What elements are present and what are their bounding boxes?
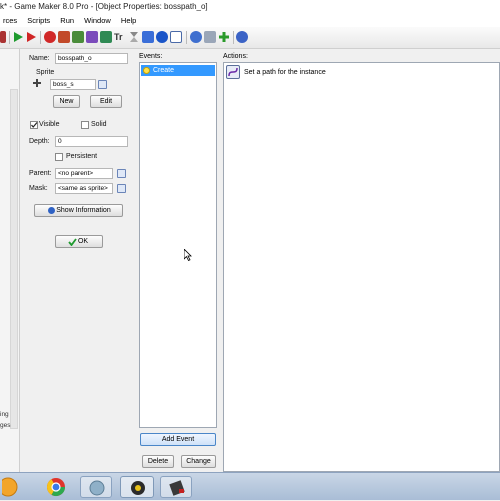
menu-item-resources[interactable]: rces [0,14,20,27]
resource-tree-scrollbar[interactable] [10,89,18,429]
solid-label: Solid [91,121,107,128]
set-path-icon [226,65,240,79]
info-icon [48,207,55,214]
sprite-select-icon[interactable] [98,80,107,89]
event-label: Create [153,67,175,74]
sprite-label: Sprite [36,69,55,76]
ok-button[interactable]: OK [55,235,103,248]
resource-tree-strip: ing ges [0,49,20,472]
add-icon[interactable] [218,31,230,43]
mouse-cursor-icon [183,248,192,263]
menu-item-window[interactable]: Window [81,14,114,27]
chrome-icon[interactable] [44,476,68,498]
toolbar-cut-icon[interactable] [0,31,6,43]
taskbar [0,472,500,500]
timeline-icon[interactable] [128,31,140,43]
visible-checkbox[interactable] [30,121,38,129]
window-title-bar: k* - Game Maker 8.0 Pro - [Object Proper… [0,0,500,14]
show-information-label: Show Information [56,207,111,214]
object-properties-panel: Name: bosspath_o Sprite boss_s New Edit … [24,49,134,472]
background-icon[interactable] [72,31,84,43]
window-title: k* - Game Maker 8.0 Pro - [Object Proper… [0,2,208,11]
mask-field[interactable]: <same as sprite> [55,183,113,194]
resource-tree-text: ges [0,422,11,429]
toolbar: Tr [0,27,500,49]
run-debug-icon[interactable] [25,31,37,43]
actions-list[interactable]: Set a path for the instance [223,62,500,472]
tool-icon[interactable] [160,476,192,498]
start-orb-icon[interactable] [0,476,22,498]
event-item-create[interactable]: Create [141,65,215,76]
events-label: Events: [139,53,163,60]
parent-label: Parent: [29,170,52,177]
script-icon[interactable] [100,31,112,43]
action-label: Set a path for the instance [244,69,326,76]
name-label: Name: [29,55,50,62]
help-icon[interactable] [236,31,248,43]
resource-tree-text: ing [0,411,9,418]
path-icon[interactable] [86,31,98,43]
solid-checkbox[interactable] [81,121,89,129]
sprite-icon[interactable] [44,31,56,43]
menu-item-run[interactable]: Run [57,14,77,27]
font-icon[interactable]: Tr [114,31,126,43]
edit-sprite-button[interactable]: Edit [90,95,122,108]
mask-label: Mask: [29,185,48,192]
menu-item-scripts[interactable]: Scripts [24,14,53,27]
visible-label: Visible [39,121,60,128]
events-list[interactable]: Create [139,62,217,428]
change-event-button[interactable]: Change [181,455,216,468]
mask-select-icon[interactable] [117,184,126,193]
depth-label: Depth: [29,138,50,145]
show-information-button[interactable]: Show Information [34,204,123,217]
sound-icon[interactable] [58,31,70,43]
app-icon[interactable] [80,476,112,498]
game-maker-icon[interactable] [120,476,154,498]
menu-bar: rces Scripts Run Window Help [0,14,500,27]
object-icon[interactable] [142,31,154,43]
menu-item-help[interactable]: Help [118,14,139,27]
checkmark-icon [68,238,77,250]
ok-label: OK [77,238,89,245]
name-field[interactable]: bosspath_o [55,53,128,64]
sprite-field[interactable]: boss_s [50,79,96,90]
lightbulb-icon [143,67,150,74]
run-icon[interactable] [12,31,24,43]
room-icon[interactable] [156,31,168,43]
persistent-label: Persistent [66,153,98,160]
new-sprite-button[interactable]: New [53,95,80,108]
extension-icon[interactable] [204,31,216,43]
parent-select-icon[interactable] [117,169,126,178]
parent-field[interactable]: <no parent> [55,168,113,179]
global-settings-icon[interactable] [190,31,202,43]
actions-label: Actions: [223,53,248,60]
depth-field[interactable]: 0 [55,136,128,147]
game-info-icon[interactable] [170,31,182,43]
delete-event-button[interactable]: Delete [142,455,174,468]
sprite-preview-icon [33,79,41,87]
add-event-button[interactable]: Add Event [140,433,216,446]
persistent-checkbox[interactable] [55,153,63,161]
